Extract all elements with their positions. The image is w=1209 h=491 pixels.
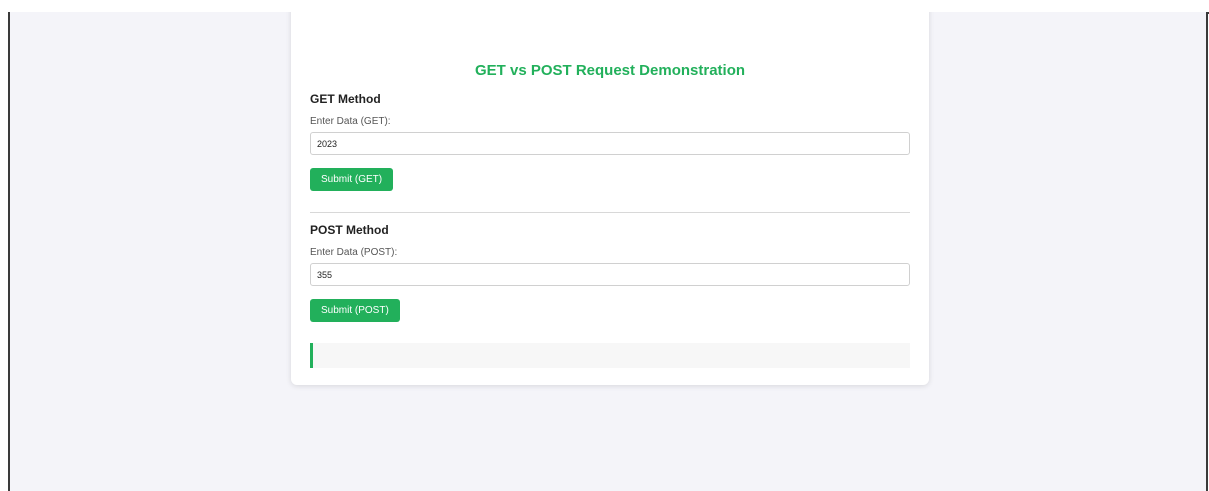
post-section-title: POST Method <box>310 223 389 237</box>
submit-post-button[interactable]: Submit (POST) <box>310 299 400 322</box>
demo-card: GET vs POST Request Demonstration GET Me… <box>291 12 929 385</box>
get-data-label: Enter Data (GET): <box>310 116 391 127</box>
get-data-input[interactable] <box>310 132 910 155</box>
post-data-input[interactable] <box>310 263 910 286</box>
post-data-label: Enter Data (POST): <box>310 247 398 258</box>
result-output <box>310 343 910 368</box>
get-section-title: GET Method <box>310 92 381 106</box>
submit-get-button[interactable]: Submit (GET) <box>310 168 394 191</box>
page-title: GET vs POST Request Demonstration <box>474 62 746 79</box>
get-section: GET Method Enter Data (GET): Submit (GET… <box>310 92 910 191</box>
section-divider <box>310 212 910 213</box>
post-section: POST Method Enter Data (POST): Submit (P… <box>310 223 910 322</box>
page-viewport: GET vs POST Request Demonstration GET Me… <box>8 12 1208 491</box>
